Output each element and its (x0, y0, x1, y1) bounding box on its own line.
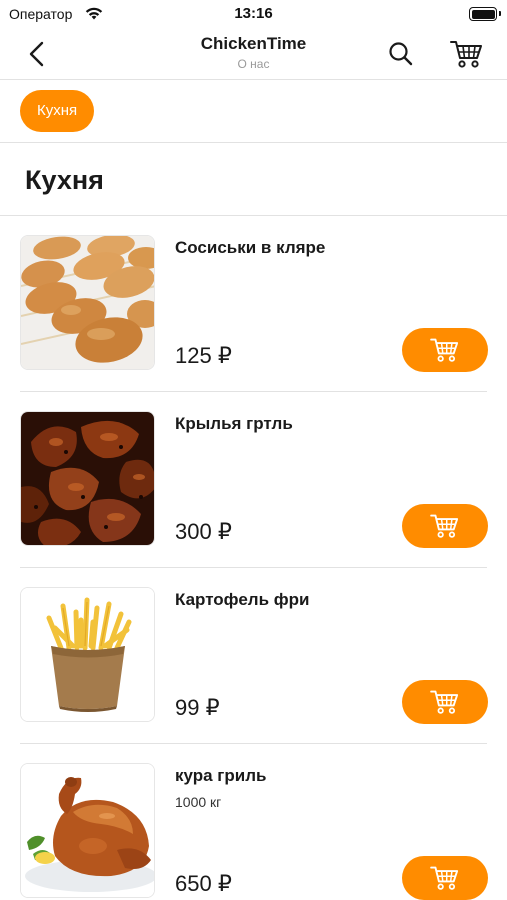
product-name: кура гриль (175, 766, 267, 785)
product-row[interactable]: Картофель фри 99 ₽ (0, 568, 507, 744)
battery-cap (499, 11, 501, 16)
grilled-wings-photo (20, 411, 155, 546)
navigation-bar: ChickenTime О нас (0, 28, 507, 80)
product-name: Крылья гртль (175, 414, 293, 433)
add-to-cart-icon (430, 338, 459, 362)
search-icon (389, 42, 413, 66)
add-to-cart-icon (430, 690, 459, 714)
page-title: ChickenTime (200, 34, 307, 53)
corn-dogs-photo (20, 235, 155, 370)
cart-button[interactable] (450, 38, 484, 70)
add-to-cart-icon (430, 514, 459, 538)
add-to-cart-icon (430, 866, 459, 890)
battery-icon (469, 7, 497, 21)
section-header: Кухня (0, 143, 507, 216)
section-title: Кухня (25, 165, 104, 195)
about-link[interactable]: О нас (0, 57, 507, 71)
search-button[interactable] (386, 39, 416, 69)
add-to-cart-button[interactable] (402, 504, 488, 548)
roast-chicken-photo (20, 763, 155, 898)
product-list: Сосиськи в кляре 125 ₽ Крылья гртль 300 … (0, 216, 507, 900)
status-bar: Оператор 13:16 (0, 0, 507, 28)
add-to-cart-button[interactable] (402, 328, 488, 372)
french-fries-photo (20, 587, 155, 722)
product-row[interactable]: кура гриль 1000 кг 650 ₽ (0, 744, 507, 900)
add-to-cart-button[interactable] (402, 680, 488, 724)
add-to-cart-button[interactable] (402, 856, 488, 900)
clock: 13:16 (234, 5, 273, 22)
product-row[interactable]: Сосиськи в кляре 125 ₽ (0, 216, 507, 392)
shopping-cart-icon (450, 41, 482, 68)
category-chip-kitchen[interactable]: Кухня (20, 90, 95, 132)
product-name: Сосиськи в кляре (175, 238, 326, 257)
product-price: 300 ₽ (175, 519, 232, 544)
product-description: 1000 кг (175, 794, 222, 810)
product-name: Картофель фри (175, 590, 310, 609)
product-price: 125 ₽ (175, 343, 232, 368)
product-row[interactable]: Крылья гртль 300 ₽ (0, 392, 507, 568)
product-price: 650 ₽ (175, 871, 232, 896)
category-chips: Кухня (0, 81, 507, 143)
product-price: 99 ₽ (175, 695, 220, 720)
